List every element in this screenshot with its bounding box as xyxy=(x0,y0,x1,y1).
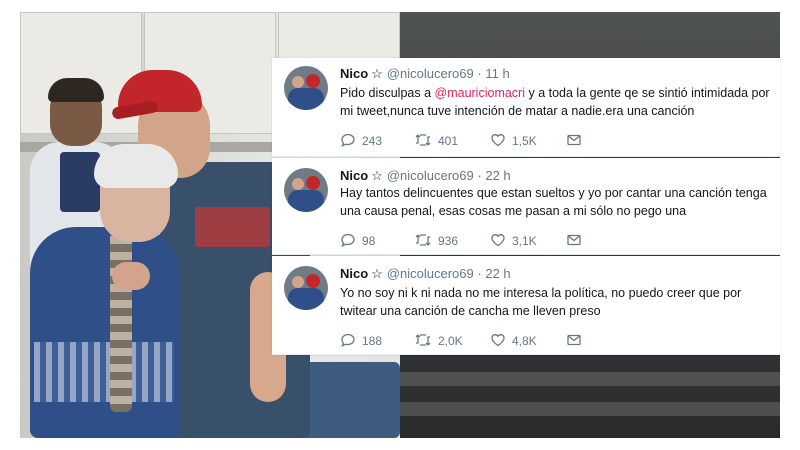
tweet-text: Yo no soy ni k ni nada no me interesa la… xyxy=(340,286,742,318)
separator: · xyxy=(477,66,482,81)
tweet-header: Nico ☆ @nicolucero69 · 22 h xyxy=(340,266,511,282)
message-button[interactable] xyxy=(566,232,588,248)
like-button[interactable]: 1,5K xyxy=(490,132,537,148)
avatar[interactable] xyxy=(284,66,328,110)
heart-icon xyxy=(491,234,505,247)
photo-hand xyxy=(112,262,150,290)
heart-icon xyxy=(491,334,505,347)
heart-icon xyxy=(491,134,505,147)
like-count: 3,1K xyxy=(512,234,537,248)
retweet-button[interactable]: 401 xyxy=(414,132,458,148)
photo-scarf xyxy=(110,232,132,412)
envelope-icon xyxy=(567,334,581,346)
photo-stripe xyxy=(400,372,780,386)
reply-icon xyxy=(341,233,355,248)
user-handle[interactable]: @nicolucero69 xyxy=(387,66,474,81)
user-handle[interactable]: @nicolucero69 xyxy=(387,168,474,183)
like-button[interactable]: 4,8K xyxy=(490,332,537,348)
tweet-time[interactable]: 22 h xyxy=(485,266,510,281)
star-icon: ☆ xyxy=(371,266,383,281)
tweet[interactable]: Nico ☆ @nicolucero69 · 22 h Yo no soy ni k… xyxy=(272,256,780,355)
tweet[interactable]: Nico ☆ @nicolucero69 · 22 h Hay tantos del… xyxy=(272,158,780,255)
reply-button[interactable]: 98 xyxy=(340,232,375,248)
user-handle[interactable]: @nicolucero69 xyxy=(387,266,474,281)
retweet-count: 2,0K xyxy=(438,334,463,348)
retweet-count: 401 xyxy=(438,134,459,148)
reply-count: 98 xyxy=(362,234,376,248)
retweet-button[interactable]: 936 xyxy=(414,232,458,248)
reply-button[interactable]: 243 xyxy=(340,132,382,148)
photo-shirt-logo xyxy=(195,207,270,247)
retweet-icon xyxy=(415,134,431,146)
retweet-count: 936 xyxy=(438,234,459,248)
reply-icon xyxy=(341,133,355,148)
tweet-text: Pido disculpas a @mauriciomacri y a toda… xyxy=(340,84,772,120)
mention-link[interactable]: @mauriciomacri xyxy=(435,86,525,100)
like-button[interactable]: 3,1K xyxy=(490,232,537,248)
photo-elderly-woman-hair xyxy=(94,144,178,188)
photo-elderly-woman xyxy=(30,227,180,438)
envelope-icon xyxy=(567,134,581,146)
tweet[interactable]: Nico ☆ @nicolucero69 · 11 h Pido disculpas… xyxy=(272,58,780,157)
reply-icon xyxy=(341,333,355,348)
user-name[interactable]: Nico xyxy=(340,266,368,281)
tweet-time[interactable]: 22 h xyxy=(485,168,510,183)
reply-count: 243 xyxy=(362,134,383,148)
tweet-text-part: Pido disculpas a xyxy=(340,86,435,100)
avatar[interactable] xyxy=(284,168,328,212)
star-icon: ☆ xyxy=(371,66,383,81)
photo-person-background-shirt xyxy=(60,152,100,212)
tweet-time[interactable]: 11 h xyxy=(485,66,509,81)
user-name[interactable]: Nico xyxy=(340,66,368,81)
tweet-text: Hay tantos delincuentes que estan suelto… xyxy=(340,186,767,218)
retweet-icon xyxy=(415,334,431,346)
like-count: 4,8K xyxy=(512,334,537,348)
separator: · xyxy=(477,266,482,281)
photo-person-background-hair xyxy=(48,78,104,102)
message-button[interactable] xyxy=(566,132,588,148)
retweet-icon xyxy=(415,234,431,246)
separator: · xyxy=(477,168,482,183)
star-icon: ☆ xyxy=(371,168,383,183)
tweet-header: Nico ☆ @nicolucero69 · 11 h xyxy=(340,66,510,82)
retweet-button[interactable]: 2,0K xyxy=(414,332,463,348)
reply-button[interactable]: 188 xyxy=(340,332,382,348)
photo-stripe xyxy=(400,402,780,416)
user-name[interactable]: Nico xyxy=(340,168,368,183)
message-button[interactable] xyxy=(566,332,588,348)
avatar[interactable] xyxy=(284,266,328,310)
envelope-icon xyxy=(567,234,581,246)
reply-count: 188 xyxy=(362,334,383,348)
photo-sweater-pattern xyxy=(34,342,174,402)
like-count: 1,5K xyxy=(512,134,537,148)
tweet-header: Nico ☆ @nicolucero69 · 22 h xyxy=(340,168,511,184)
